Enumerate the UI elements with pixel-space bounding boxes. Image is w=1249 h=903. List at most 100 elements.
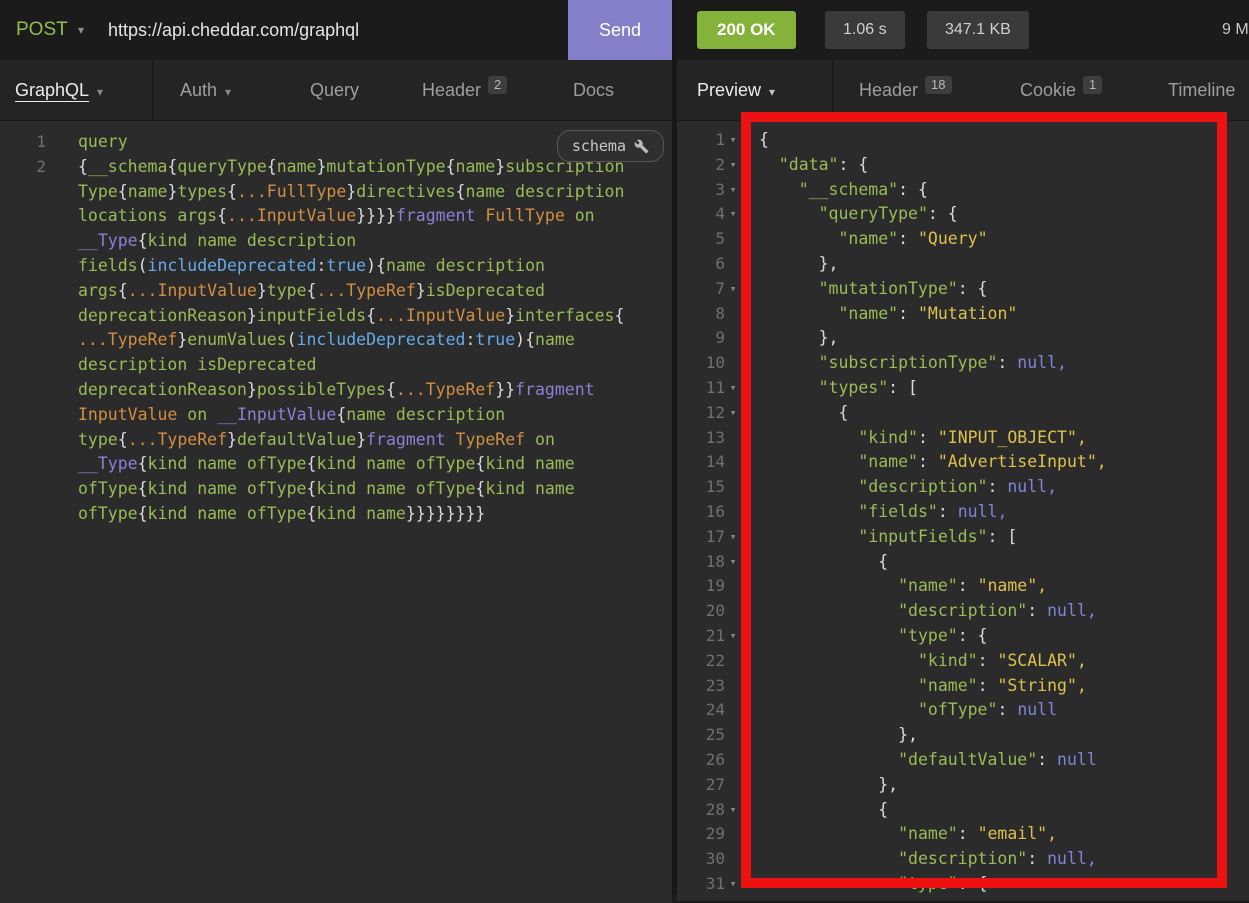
code-line: 23 "name": "String", bbox=[677, 674, 1249, 699]
tab-cookie[interactable]: Cookie1 bbox=[1020, 60, 1102, 120]
line-number: 8 bbox=[677, 302, 725, 327]
code-line: description isDeprecated bbox=[0, 353, 672, 378]
top-bar: POST ▾ https://api.cheddar.com/graphql S… bbox=[0, 0, 1249, 61]
code-line: 15 "description": null, bbox=[677, 475, 1249, 500]
code-text: "name": "Mutation" bbox=[759, 304, 1017, 323]
code-text: "description": null, bbox=[759, 477, 1057, 496]
preview-mode-label: Preview bbox=[697, 80, 761, 100]
code-line: 9 }, bbox=[677, 326, 1249, 351]
chevron-down-icon: ▾ bbox=[225, 85, 231, 99]
preview-mode-dropdown[interactable]: Preview▾ bbox=[697, 60, 775, 120]
fold-toggle-icon[interactable]: ▾ bbox=[725, 624, 741, 649]
tab-docs[interactable]: Docs bbox=[573, 60, 614, 120]
code-text: deprecationReason}possibleTypes{...TypeR… bbox=[78, 380, 595, 399]
code-text: query bbox=[78, 132, 128, 151]
code-text: locations args{...InputValue}}}}fragment… bbox=[78, 206, 595, 225]
code-text: "type": { bbox=[759, 626, 988, 645]
code-line: 21▾ "type": { bbox=[677, 624, 1249, 649]
line-number: 5 bbox=[677, 227, 725, 252]
code-line: 22 "kind": "SCALAR", bbox=[677, 649, 1249, 674]
code-line: 4▾ "queryType": { bbox=[677, 202, 1249, 227]
code-line: 10 "subscriptionType": null, bbox=[677, 351, 1249, 376]
divider bbox=[832, 60, 833, 120]
tab-cookie-label: Cookie bbox=[1020, 80, 1076, 100]
graphql-query-editor[interactable]: schema 1query2{__schema{queryType{name}m… bbox=[0, 121, 672, 903]
tab-auth[interactable]: Auth ▾ bbox=[180, 60, 231, 120]
code-line: args{...InputValue}type{...TypeRef}isDep… bbox=[0, 279, 672, 304]
code-text: InputValue on __InputValue{name descript… bbox=[78, 405, 505, 424]
code-line: 27 }, bbox=[677, 773, 1249, 798]
code-text: "__schema": { bbox=[759, 180, 928, 199]
line-number: 28 bbox=[677, 798, 725, 823]
fold-toggle-icon[interactable]: ▾ bbox=[725, 798, 741, 823]
line-number: 1 bbox=[677, 128, 725, 153]
code-text: ofType{kind name ofType{kind name ofType… bbox=[78, 479, 575, 498]
method-selector[interactable]: POST bbox=[16, 0, 68, 60]
code-text: { bbox=[759, 403, 848, 422]
line-number: 11 bbox=[677, 376, 725, 401]
code-line: ofType{kind name ofType{kind name ofType… bbox=[0, 477, 672, 502]
response-preview-editor[interactable]: 1▾{2▾ "data": {3▾ "__schema": {4▾ "query… bbox=[677, 121, 1249, 901]
line-number: 12 bbox=[677, 401, 725, 426]
line-number: 7 bbox=[677, 277, 725, 302]
fold-toggle-icon[interactable]: ▾ bbox=[725, 178, 741, 203]
line-number: 31 bbox=[677, 872, 725, 897]
code-text: "queryType": { bbox=[759, 204, 958, 223]
tab-header[interactable]: Header2 bbox=[422, 60, 507, 120]
code-line: 26 "defaultValue": null bbox=[677, 748, 1249, 773]
line-number: 1 bbox=[0, 130, 46, 155]
code-line: 25 }, bbox=[677, 723, 1249, 748]
fold-toggle-icon[interactable]: ▾ bbox=[725, 277, 741, 302]
tab-auth-label: Auth bbox=[180, 80, 217, 100]
fold-toggle-icon[interactable]: ▾ bbox=[725, 550, 741, 575]
status-badge: 200 OK bbox=[697, 11, 796, 49]
code-line: locations args{...InputValue}}}}fragment… bbox=[0, 204, 672, 229]
fold-toggle-icon[interactable]: ▾ bbox=[725, 202, 741, 227]
url-input[interactable]: https://api.cheddar.com/graphql bbox=[108, 0, 558, 60]
schema-button[interactable]: schema bbox=[557, 130, 664, 162]
tab-response-header[interactable]: Header18 bbox=[859, 60, 952, 120]
code-line: 17▾ "inputFields": [ bbox=[677, 525, 1249, 550]
code-text: "defaultValue": null bbox=[759, 750, 1097, 769]
code-line: 3▾ "__schema": { bbox=[677, 178, 1249, 203]
divider bbox=[152, 60, 153, 120]
line-number: 6 bbox=[677, 252, 725, 277]
tab-query-label: Query bbox=[310, 80, 359, 100]
line-number: 3 bbox=[677, 178, 725, 203]
line-number: 9 bbox=[677, 326, 725, 351]
fold-toggle-icon[interactable]: ▾ bbox=[725, 525, 741, 550]
line-number: 26 bbox=[677, 748, 725, 773]
code-line: 13 "kind": "INPUT_OBJECT", bbox=[677, 426, 1249, 451]
code-text: "name": "email", bbox=[759, 824, 1057, 843]
code-line: 8 "name": "Mutation" bbox=[677, 302, 1249, 327]
tab-timeline-label: Timeline bbox=[1168, 80, 1235, 100]
body-type-label: GraphQL bbox=[15, 80, 89, 100]
fold-toggle-icon[interactable]: ▾ bbox=[725, 128, 741, 153]
code-line: 2▾ "data": { bbox=[677, 153, 1249, 178]
code-text: "inputFields": [ bbox=[759, 527, 1017, 546]
send-button[interactable]: Send bbox=[568, 0, 672, 60]
body-type-dropdown[interactable]: GraphQL▾ bbox=[15, 60, 103, 120]
code-text: description isDeprecated bbox=[78, 355, 316, 374]
code-line: 1▾{ bbox=[677, 128, 1249, 153]
tab-header-label: Header bbox=[422, 80, 481, 100]
line-number: 19 bbox=[677, 574, 725, 599]
fold-toggle-icon[interactable]: ▾ bbox=[725, 153, 741, 178]
chevron-down-icon: ▾ bbox=[78, 0, 84, 60]
code-line: 7▾ "mutationType": { bbox=[677, 277, 1249, 302]
tab-timeline[interactable]: Timeline bbox=[1168, 60, 1235, 120]
code-text: "name": "Query" bbox=[759, 229, 988, 248]
code-line: 31▾ "type": { bbox=[677, 872, 1249, 897]
line-number: 30 bbox=[677, 847, 725, 872]
fold-toggle-icon[interactable]: ▾ bbox=[725, 376, 741, 401]
code-line: __Type{kind name ofType{kind name ofType… bbox=[0, 452, 672, 477]
line-number: 27 bbox=[677, 773, 725, 798]
line-number: 22 bbox=[677, 649, 725, 674]
code-text: Type{name}types{...FullType}directives{n… bbox=[78, 182, 624, 201]
tab-query[interactable]: Query bbox=[310, 60, 359, 120]
fold-toggle-icon[interactable]: ▾ bbox=[725, 401, 741, 426]
fold-toggle-icon[interactable]: ▾ bbox=[725, 872, 741, 897]
code-text: fields(includeDeprecated:true){name desc… bbox=[78, 256, 545, 275]
response-history-dropdown[interactable]: 9 M bbox=[1222, 0, 1249, 60]
code-line: ...TypeRef}enumValues(includeDeprecated:… bbox=[0, 328, 672, 353]
